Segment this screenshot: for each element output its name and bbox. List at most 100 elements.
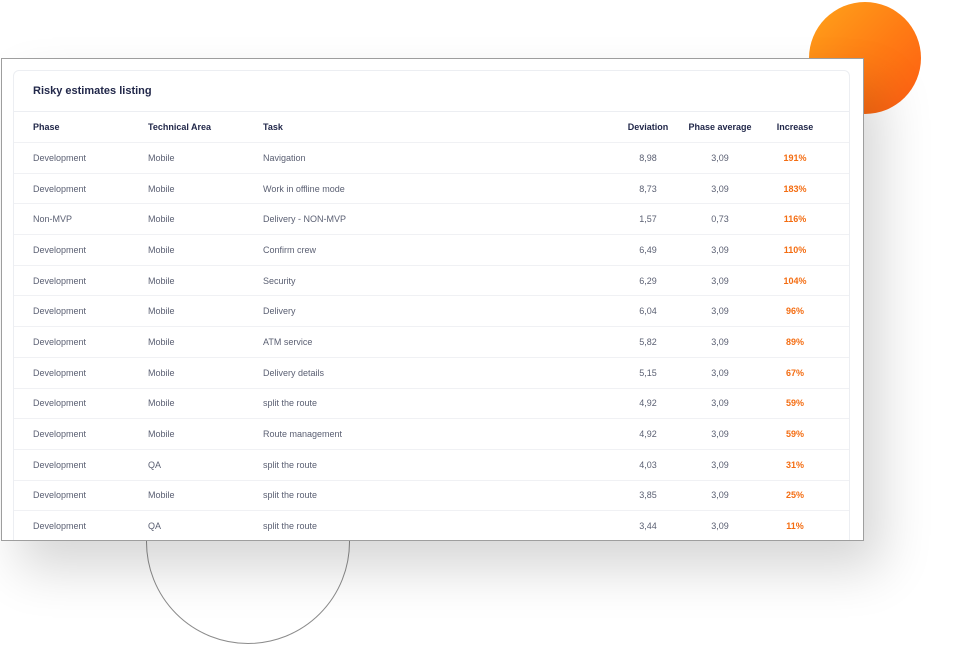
cell-phase-average: 3,09 — [711, 398, 729, 409]
cell-deviation: 8,73 — [639, 183, 657, 194]
table-row[interactable]: Development Mobile Route management 4,92… — [14, 419, 849, 450]
cell-task: Route management — [263, 429, 343, 440]
cell-deviation: 3,85 — [639, 490, 657, 501]
cell-technical-area: QA — [148, 459, 162, 470]
cell-phase: Development — [33, 152, 87, 163]
cell-phase-average: 3,09 — [711, 521, 729, 532]
cell-technical-area: Mobile — [148, 152, 175, 163]
cell-technical-area: Mobile — [148, 336, 175, 347]
cell-task: Confirm crew — [263, 244, 317, 255]
cell-task: Work in offline mode — [263, 183, 345, 194]
cell-phase: Development — [33, 521, 87, 532]
table-row[interactable]: Development Mobile split the route 4,92 … — [14, 389, 849, 420]
cell-task: Delivery — [263, 306, 296, 317]
cell-deviation: 6,49 — [639, 244, 657, 255]
app-window: Risky estimates listing Phase Technical … — [1, 58, 864, 541]
cell-phase-average: 3,09 — [711, 459, 729, 470]
cell-technical-area: Mobile — [148, 306, 175, 317]
table-row[interactable]: Development QA split the route 3,44 3,09… — [14, 511, 849, 540]
cell-increase: 89% — [785, 336, 804, 347]
cell-increase: 191% — [783, 152, 807, 163]
cell-phase: Development — [33, 306, 87, 317]
table-row[interactable]: Development Mobile Delivery 6,04 3,09 96… — [14, 296, 849, 328]
column-header-phase-average[interactable]: Phase average — [684, 112, 756, 142]
cell-technical-area: Mobile — [148, 490, 175, 501]
cell-technical-area: Mobile — [148, 244, 175, 255]
table-row[interactable]: Development Mobile Navigation 8,98 3,09 … — [14, 143, 849, 174]
table-header-row: Phase Technical Area Task Deviation Phas… — [14, 112, 849, 143]
cell-phase: Development — [33, 459, 87, 470]
cell-increase: 183% — [783, 183, 807, 194]
risky-estimates-table: Phase Technical Area Task Deviation Phas… — [14, 112, 849, 540]
table-row[interactable]: Development Mobile ATM service 5,82 3,09… — [14, 327, 849, 358]
cell-task: Security — [263, 275, 296, 286]
cell-deviation: 4,92 — [639, 398, 657, 409]
cell-phase-average: 3,09 — [711, 152, 729, 163]
cell-increase: 110% — [783, 244, 807, 255]
cell-task: Delivery details — [263, 367, 325, 378]
cell-deviation: 4,92 — [639, 429, 657, 440]
cell-phase: Development — [33, 398, 87, 409]
cell-phase: Non-MVP — [33, 214, 73, 225]
table-row[interactable]: Development Mobile Delivery details 5,15… — [14, 358, 849, 389]
cell-increase: 104% — [783, 275, 807, 286]
column-header-technical-area[interactable]: Technical Area — [148, 112, 211, 142]
stage: Risky estimates listing Phase Technical … — [0, 0, 960, 656]
cell-increase: 25% — [785, 490, 804, 501]
column-header-increase[interactable]: Increase — [764, 112, 826, 142]
cell-technical-area: Mobile — [148, 183, 175, 194]
cell-task: Delivery - NON-MVP — [263, 214, 347, 225]
cell-increase: 31% — [785, 459, 804, 470]
cell-technical-area: QA — [148, 521, 162, 532]
column-header-task[interactable]: Task — [263, 112, 283, 142]
cell-increase: 116% — [783, 214, 807, 225]
cell-phase-average: 0,73 — [711, 214, 729, 225]
cell-deviation: 6,04 — [639, 306, 657, 317]
cell-phase-average: 3,09 — [711, 336, 729, 347]
table-body: Development Mobile Navigation 8,98 3,09 … — [14, 143, 849, 540]
cell-phase: Development — [33, 367, 87, 378]
risky-estimates-card: Risky estimates listing Phase Technical … — [13, 70, 850, 540]
cell-increase: 59% — [785, 398, 804, 409]
cell-phase-average: 3,09 — [711, 429, 729, 440]
cell-deviation: 5,82 — [639, 336, 657, 347]
cell-technical-area: Mobile — [148, 367, 175, 378]
cell-phase-average: 3,09 — [711, 490, 729, 501]
column-header-phase[interactable]: Phase — [33, 112, 60, 142]
cell-increase: 67% — [785, 367, 804, 378]
cell-phase: Development — [33, 275, 87, 286]
table-row[interactable]: Development Mobile split the route 3,85 … — [14, 481, 849, 512]
cell-phase: Development — [33, 429, 87, 440]
cell-phase-average: 3,09 — [711, 275, 729, 286]
cell-phase: Development — [33, 183, 87, 194]
cell-task: split the route — [263, 490, 318, 501]
cell-phase: Development — [33, 490, 87, 501]
cell-deviation: 5,15 — [639, 367, 657, 378]
cell-increase: 11% — [786, 521, 804, 532]
cell-task: split the route — [263, 521, 318, 532]
cell-deviation: 3,44 — [639, 521, 657, 532]
table-row[interactable]: Development Mobile Confirm crew 6,49 3,0… — [14, 235, 849, 266]
table-row[interactable]: Development Mobile Security 6,29 3,09 10… — [14, 266, 849, 297]
cell-phase: Development — [33, 336, 87, 347]
cell-phase-average: 3,09 — [711, 244, 729, 255]
cell-deviation: 8,98 — [639, 152, 657, 163]
cell-task: split the route — [263, 459, 318, 470]
cell-deviation: 4,03 — [639, 459, 657, 470]
cell-task: Navigation — [263, 152, 306, 163]
cell-increase: 59% — [785, 429, 804, 440]
cell-deviation: 1,57 — [639, 214, 657, 225]
cell-deviation: 6,29 — [639, 275, 657, 286]
cell-phase: Development — [33, 244, 87, 255]
column-header-deviation[interactable]: Deviation — [612, 112, 684, 142]
cell-technical-area: Mobile — [148, 429, 175, 440]
table-row[interactable]: Development QA split the route 4,03 3,09… — [14, 450, 849, 481]
cell-technical-area: Mobile — [148, 214, 175, 225]
cell-phase-average: 3,09 — [711, 367, 729, 378]
card-title: Risky estimates listing — [14, 71, 849, 112]
cell-task: split the route — [263, 398, 318, 409]
table-row[interactable]: Non-MVP Mobile Delivery - NON-MVP 1,57 0… — [14, 204, 849, 236]
table-row[interactable]: Development Mobile Work in offline mode … — [14, 174, 849, 205]
cell-increase: 96% — [785, 306, 804, 317]
cell-technical-area: Mobile — [148, 275, 175, 286]
